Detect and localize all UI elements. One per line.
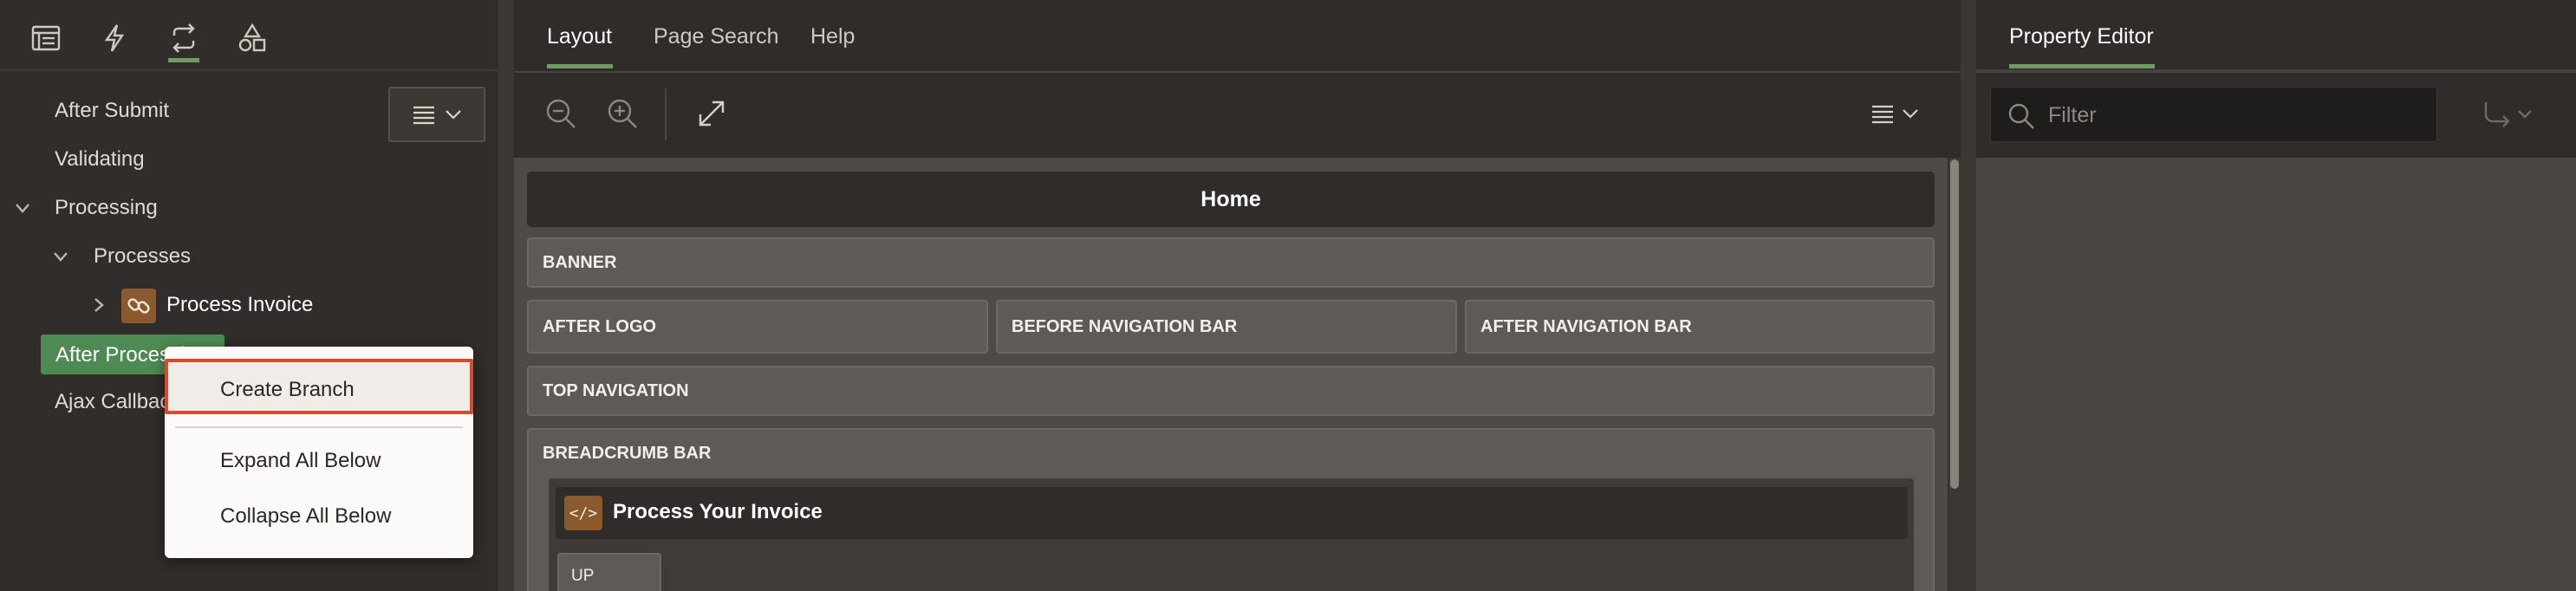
tree-node-ajax-callback[interactable]: Ajax Callback	[55, 390, 176, 414]
property-editor-toolbar	[1976, 73, 2576, 158]
left-pane: After Submit Validating Processing Proce…	[0, 0, 498, 591]
tree-menu-button[interactable]	[388, 87, 485, 142]
menu-divider	[175, 426, 463, 428]
collapse-chevron-icon[interactable]	[14, 199, 31, 217]
filter-input[interactable]	[2048, 100, 2421, 131]
context-menu: Create Branch Expand All Below Collapse …	[165, 347, 473, 558]
process-your-invoice-region[interactable]: </> Process Your Invoice	[556, 487, 1908, 539]
active-tab-indicator	[2009, 64, 2155, 68]
canvas-scrollbar[interactable]	[1948, 158, 1961, 591]
tab-help[interactable]: Help	[810, 24, 855, 49]
code-icon: </>	[564, 496, 602, 530]
list-icon	[1872, 105, 1893, 124]
collapse-all-below-menu-item[interactable]: Collapse All Below	[220, 504, 391, 529]
tree-node-after-submit[interactable]: After Submit	[55, 99, 169, 123]
tab-page-search[interactable]: Page Search	[654, 24, 779, 49]
right-splitter[interactable]	[1961, 0, 1976, 591]
shared-components-icon[interactable]	[230, 16, 275, 61]
layout-canvas: Home BANNER AFTER LOGO BEFORE NAVIGATION…	[514, 158, 1948, 591]
dynamic-actions-icon[interactable]	[92, 16, 137, 61]
page-title-bar[interactable]: Home	[527, 172, 1935, 227]
list-icon	[413, 106, 434, 125]
rendering-tree-icon[interactable]	[23, 16, 68, 61]
tree-node-validating[interactable]: Validating	[55, 147, 145, 172]
position-up[interactable]: UP	[557, 553, 661, 591]
region-after-logo[interactable]: AFTER LOGO	[527, 300, 988, 354]
expand-all-below-menu-item[interactable]: Expand All Below	[220, 449, 381, 473]
scrollbar-thumb[interactable]	[1950, 159, 1959, 489]
toolbar-divider	[665, 88, 667, 140]
layout-menu-button[interactable]	[1870, 101, 1922, 127]
tree-node-processing[interactable]: Processing	[55, 196, 158, 220]
region-breadcrumb-bar-label: BREADCRUMB BAR	[543, 444, 712, 463]
go-to-group-icon	[2484, 102, 2532, 127]
left-tab-bar	[0, 0, 498, 71]
collapse-chevron-icon[interactable]	[52, 248, 69, 265]
tree-node-process-invoice[interactable]: Process Invoice	[166, 293, 313, 317]
tab-property-editor[interactable]: Property Editor	[2009, 24, 2154, 49]
breadcrumb-region-body: </> Process Your Invoice UP	[549, 478, 1914, 591]
chevron-down-icon	[1903, 109, 1918, 119]
processing-icon[interactable]	[161, 16, 206, 62]
go-to-group-button[interactable]	[2482, 101, 2534, 130]
region-before-navigation-bar[interactable]: BEFORE NAVIGATION BAR	[996, 300, 1457, 354]
expand-chevron-icon[interactable]	[90, 296, 107, 314]
property-editor-header: Property Editor	[1976, 0, 2576, 71]
tab-divider	[514, 71, 1961, 73]
filter-field[interactable]	[1990, 87, 2437, 142]
tree-node-processes[interactable]: Processes	[94, 244, 191, 269]
tab-layout[interactable]: Layout	[547, 24, 612, 49]
center-pane: Layout Page Search Help Home BANNER AFTE…	[514, 0, 1961, 591]
create-branch-menu-item[interactable]: Create Branch	[220, 378, 355, 402]
process-your-invoice-title: Process Your Invoice	[613, 500, 823, 523]
search-icon	[2008, 103, 2034, 129]
zoom-in-icon[interactable]	[604, 95, 641, 132]
expand-icon[interactable]	[693, 95, 730, 132]
zoom-out-icon[interactable]	[543, 95, 579, 132]
region-banner[interactable]: BANNER	[527, 237, 1935, 288]
chevron-down-icon	[446, 110, 461, 120]
region-top-navigation[interactable]: TOP NAVIGATION	[527, 366, 1935, 416]
process-link-icon	[121, 289, 156, 323]
region-after-navigation-bar[interactable]: AFTER NAVIGATION BAR	[1465, 300, 1935, 354]
left-splitter[interactable]	[498, 0, 514, 591]
right-pane: Property Editor	[1976, 0, 2576, 591]
active-tab-indicator	[547, 64, 613, 68]
